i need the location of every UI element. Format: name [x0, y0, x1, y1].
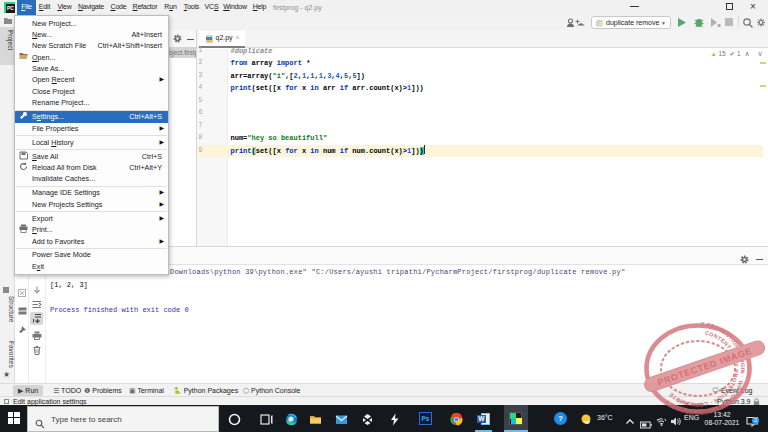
- svg-text:by WEBSITE: by WEBSITE: [676, 397, 705, 407]
